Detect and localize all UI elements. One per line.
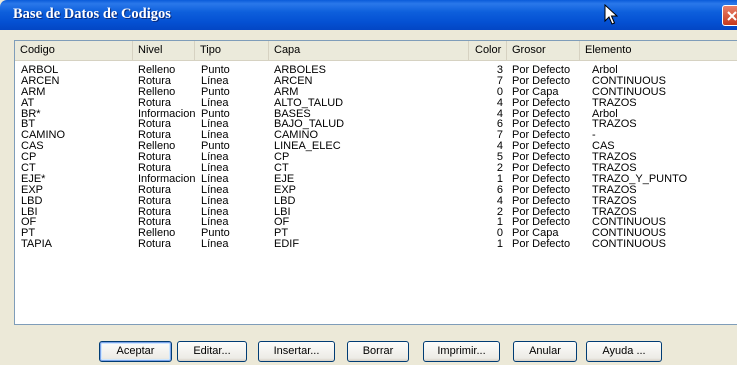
cell-color: 4 [496,194,503,207]
column-header-nivel[interactable]: Nivel [133,41,195,60]
anular-button[interactable]: Anular [513,341,577,362]
borrar-button[interactable]: Borrar [347,341,409,362]
insertar-button[interactable]: Insertar... [258,341,335,362]
table-row[interactable]: AT Rotura Línea ALTO_TALUD 4 Por Defecto TRAZO… [15,96,737,109]
column-header-codigo[interactable]: Codigo [15,41,133,60]
cell-color: 4 [496,96,503,109]
editar-button[interactable]: Editar... [177,341,247,362]
column-header-grosor[interactable]: Grosor [507,41,580,60]
table-row[interactable]: CAMINO Rotura Línea CAMINO 7 Por Defecto - [15,130,737,141]
cell-capa: ALTO_TALUD [274,96,344,109]
aceptar-button[interactable]: Aceptar [99,341,172,362]
close-icon [727,11,737,21]
imprimir-button[interactable]: Imprimir... [423,341,500,362]
cell-capa: EDIF [274,238,300,251]
cell-grosor: Por Defecto [512,96,571,109]
cell-elemento: TRAZOS [592,118,637,131]
table-row[interactable]: BT Rotura Línea BAJO_TALUD 6 Por Defecto TRAZO… [15,119,737,130]
cell-tipo: Línea [201,238,229,251]
cell-tipo: Línea [201,96,229,109]
table-row[interactable]: LBD Rotura Línea LBD 4 Por Defecto TRAZOS [15,194,737,207]
window-title: Base de Datos de Codigos [13,6,171,22]
column-header-tipo[interactable]: Tipo [195,41,269,60]
cell-nivel: Rotura [138,238,172,251]
list-rows: ARBOL Relleno Punto ARBOLES 3 Por Defecto Arbo… [15,65,737,250]
cell-elemento: TRAZOS [592,96,637,109]
column-header-elemento[interactable]: Elemento [580,41,737,60]
cell-codigo: TAPIA [21,238,52,251]
codigos-list[interactable]: Codigo Nivel Tipo Capa Color Grosor Elem… [14,40,737,325]
codigos-dialog: Base de Datos de Codigos Codigo Nivel Ti… [0,0,737,365]
cell-elemento: CONTINUOUS [592,238,666,251]
list-header: Codigo Nivel Tipo Capa Color Grosor Elem… [15,41,737,61]
cell-codigo: AT [21,96,35,109]
cell-grosor: Por Defecto [512,238,571,251]
mouse-pointer-icon [604,3,619,31]
column-header-color[interactable]: Color [469,41,507,60]
cell-color: 1 [496,238,503,251]
table-row[interactable]: TAPIA Rotura Línea EDIF 1 Por Defecto CONTINUO… [15,239,737,250]
title-bar[interactable]: Base de Datos de Codigos [0,0,737,30]
column-header-capa[interactable]: Capa [269,41,469,60]
close-button[interactable] [722,5,737,26]
cell-capa: LBD [274,194,296,207]
cell-elemento: TRAZOS [592,194,637,207]
cell-nivel: Rotura [138,194,172,207]
ayuda-button[interactable]: Ayuda ... [586,341,662,362]
cell-grosor: Por Defecto [512,194,571,207]
cell-nivel: Rotura [138,96,172,109]
cell-tipo: Línea [201,194,229,207]
cell-codigo: LBD [21,194,43,207]
